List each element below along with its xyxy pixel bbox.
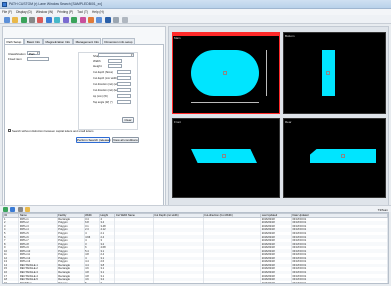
- toolbar: [0, 15, 391, 24]
- menu-window[interactable]: Window (W): [36, 9, 53, 14]
- cut-direction-width-input[interactable]: [117, 82, 131, 86]
- export-icon[interactable]: [88, 16, 95, 23]
- selection-bar: [173, 33, 279, 36]
- pane-label-rear: Rear: [285, 120, 292, 124]
- cut-depth-lim-width-input[interactable]: [117, 76, 131, 80]
- center-marker: [326, 71, 330, 75]
- table-row[interactable]: 19 ROUND-1 Polygon 5 3 2016/03/18 09:18:00:01: [3, 281, 388, 283]
- filter-icon[interactable]: [79, 16, 86, 23]
- search-button[interactable]: Perform Search (release): [76, 137, 111, 143]
- window-title: PATH CUSTOM (r) Lane Window Search [SAMP…: [9, 2, 102, 6]
- field-label: Cut depth (Lim width): [93, 77, 118, 80]
- case-insensitive-checkbox[interactable]: [8, 129, 11, 132]
- height-label: Height: [93, 64, 102, 68]
- paste-icon[interactable]: [62, 16, 69, 23]
- fixed-item-label: Fixed item: [8, 57, 22, 61]
- grid-icon[interactable]: [104, 16, 111, 23]
- results-table: ID Name Facility Width Height Cut Width …: [2, 212, 389, 284]
- search-icon[interactable]: [45, 16, 52, 23]
- field-label: Cut direction (rel) (len): [93, 89, 119, 92]
- shape-select[interactable]: [98, 53, 134, 57]
- ap-lim-input[interactable]: [117, 94, 131, 98]
- menu-help[interactable]: Help (H): [92, 9, 104, 14]
- height-input[interactable]: [108, 64, 122, 68]
- result-count: 73/Sum: [377, 207, 388, 212]
- center-marker: [222, 154, 226, 158]
- table-cell: 5: [84, 281, 100, 283]
- classification-value: Part: [29, 51, 35, 56]
- table-cell: 09:18:00:01: [291, 281, 388, 283]
- field-label: Cut depth (Sizes): [93, 71, 114, 74]
- preview-pane-bottom[interactable]: Bottom: [283, 32, 386, 114]
- table-cell: 19: [3, 281, 20, 283]
- delete-icon[interactable]: [37, 16, 44, 23]
- help-icon[interactable]: [121, 16, 128, 23]
- pane-label-main: Main: [174, 36, 181, 40]
- classification-label: Classification: [8, 52, 26, 56]
- center-marker: [223, 71, 227, 75]
- table-cell: 2016/03/18: [260, 281, 292, 283]
- cut-depth-sizes-input[interactable]: [117, 70, 131, 74]
- width-label: Width: [93, 59, 101, 63]
- menu-printing[interactable]: Printing (P): [57, 9, 73, 14]
- tap-angle-input[interactable]: [117, 100, 131, 104]
- settings-icon[interactable]: [113, 16, 120, 23]
- width-input[interactable]: [108, 59, 122, 63]
- pane-label-bottom: Bottom: [285, 34, 295, 38]
- print-icon[interactable]: [28, 16, 35, 23]
- refresh-icon[interactable]: [71, 16, 78, 23]
- title-bar: PATH CUSTOM (r) Lane Window Search [SAMP…: [0, 0, 391, 9]
- save-icon[interactable]: [20, 16, 27, 23]
- table-cell: [203, 281, 262, 283]
- table-cell: [153, 281, 204, 283]
- preview-pane-rear[interactable]: Rear: [283, 118, 386, 198]
- new-icon[interactable]: [3, 16, 10, 23]
- table-cell: 3: [99, 281, 116, 283]
- list-toolbar: 73/Sum: [0, 205, 391, 212]
- width-dimension-line: [191, 102, 259, 103]
- menu-tool[interactable]: Tool (T): [77, 9, 88, 14]
- checkbox-label: Search without distinction between capit…: [12, 129, 94, 133]
- view-conditions-button[interactable]: View all conditions: [112, 137, 139, 143]
- table-cell: [114, 281, 154, 283]
- open-icon[interactable]: [12, 16, 19, 23]
- menu-display[interactable]: Display (D): [16, 9, 32, 14]
- height-dimension-line: [266, 50, 267, 96]
- copy-icon[interactable]: [54, 16, 61, 23]
- table-cell: Polygon: [57, 281, 85, 283]
- classification-select[interactable]: Part: [27, 51, 40, 56]
- zoom-icon[interactable]: [96, 16, 103, 23]
- preview-pane-front[interactable]: Front: [172, 118, 280, 198]
- cut-direction-len-input[interactable]: [117, 88, 131, 92]
- field-label: Tap angle (W) (°): [93, 101, 113, 104]
- app-icon: [2, 1, 7, 7]
- table-cell: ROUND-1: [18, 281, 58, 283]
- field-label: Ap (Lim) (W): [93, 95, 108, 98]
- preview-pane-main[interactable]: Main: [172, 32, 280, 114]
- fixed-item-input[interactable]: [27, 57, 49, 61]
- clear-button[interactable]: Clear: [122, 117, 134, 123]
- pane-label-front: Front: [174, 120, 182, 124]
- menu-file[interactable]: File (F): [2, 9, 12, 14]
- center-marker: [341, 154, 345, 158]
